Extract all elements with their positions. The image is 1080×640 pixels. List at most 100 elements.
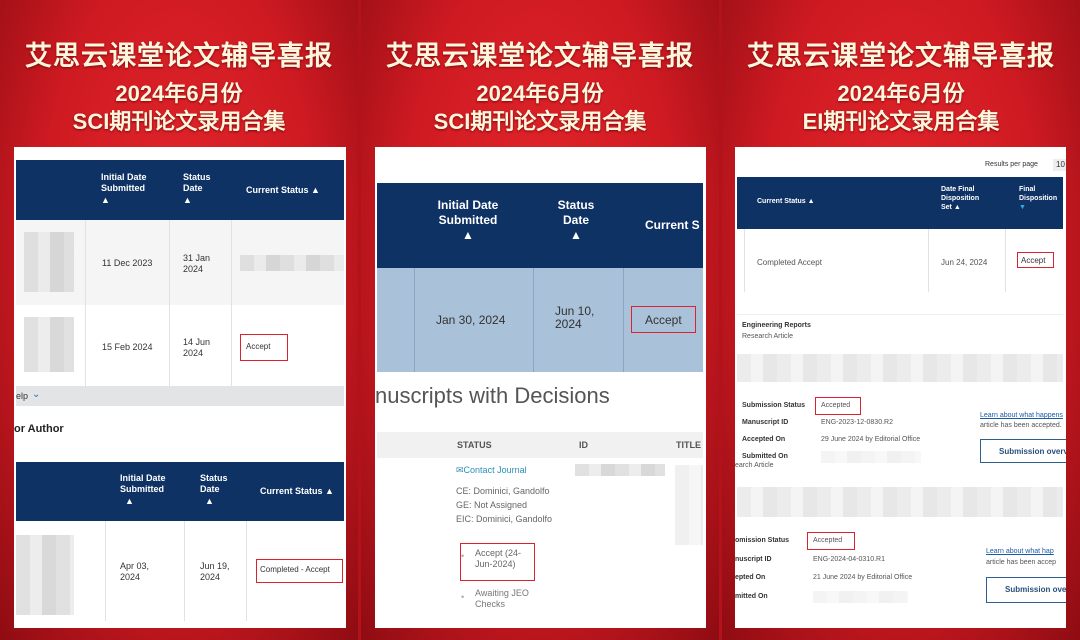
panel-right: 艾思云课堂论文辅导喜报 2024年6月份 EI期刊论文录用合集 Results … xyxy=(722,0,1080,640)
learn-more-text: article has been accepted. xyxy=(980,422,1062,429)
divider xyxy=(533,268,534,372)
blurred-title xyxy=(737,487,1063,517)
label-submission-status: Submission Status xyxy=(742,402,806,409)
divider xyxy=(169,220,170,386)
col-initial-date[interactable]: Initial Date Submitted ▲ xyxy=(101,172,161,206)
submission-overview-button[interactable]: Submission overview xyxy=(980,439,1066,463)
contact-journal-link[interactable]: ✉Contact Journal xyxy=(456,465,527,476)
section-heading: or Author xyxy=(14,423,64,435)
article-type: earch Article xyxy=(735,462,774,469)
divider xyxy=(85,220,86,386)
panel-left: 艾思云课堂论文辅导喜报 2024年6月份 SCI期刊论文录用合集 Initial… xyxy=(0,0,358,640)
divider xyxy=(1005,229,1006,292)
screenshot-card: Results per page 10 Current Status ▲ Dat… xyxy=(735,147,1066,628)
editor-ce: CE: Dominici, Gandolfo xyxy=(456,486,550,496)
panel-subtitle: SCI期刊论文录用合集 xyxy=(72,109,286,134)
screenshot-card: Initial Date Submitted ▲ Status Date ▲ Cur… xyxy=(375,147,706,628)
blurred-title xyxy=(16,535,74,615)
accepted-on: 29 June 2024 by Editorial Office xyxy=(821,436,921,443)
status-accept: Accept xyxy=(246,342,271,351)
divider xyxy=(184,521,185,621)
col-initial-date[interactable]: Initial Date Submitted ▲ xyxy=(120,473,180,507)
article-type: Research Article xyxy=(742,333,793,340)
decision-next-step: Awaiting JEO Checks xyxy=(475,588,529,610)
submission-overview-button[interactable]: Submission ove xyxy=(986,577,1066,603)
divider xyxy=(105,521,106,621)
col-id[interactable]: ID xyxy=(579,440,588,451)
bullet: • xyxy=(461,551,465,561)
panel-subtitle: EI期刊论文录用合集 xyxy=(802,109,1000,134)
col-status-date[interactable]: Status Date ▲ xyxy=(200,473,240,507)
blurred-title xyxy=(675,465,703,545)
editor-eic: EIC: Dominici, Gandolfo xyxy=(456,514,553,524)
divider xyxy=(737,314,1063,315)
panel-subtitle: SCI期刊论文录用合集 xyxy=(433,109,647,134)
decision-accept: Accept (24-Jun-2024) xyxy=(475,548,522,570)
blurred-title xyxy=(24,317,74,372)
table-header: Current Status ▲ Date Final Disposition … xyxy=(737,177,1063,229)
blurred-date xyxy=(821,451,921,463)
chevron-down-icon[interactable]: ⌄ xyxy=(32,389,40,402)
blurred-title xyxy=(737,354,1063,382)
cell-submitted: 11 Dec 2023 xyxy=(102,258,153,268)
submission-status-accepted: Accepted xyxy=(821,402,851,409)
results-per-page-select[interactable]: 10 xyxy=(1053,159,1066,171)
results-per-page-label: Results per page xyxy=(985,161,1038,168)
col-status[interactable]: STATUS xyxy=(457,440,492,451)
section-heading: nuscripts with Decisions xyxy=(375,383,610,408)
table-header: Initial Date Submitted ▲ Status Date ▲ Cur… xyxy=(16,160,344,220)
col-status-date[interactable]: Status Date ▲ xyxy=(183,172,223,206)
status-completed-accept: Completed - Accept xyxy=(260,565,330,574)
divider xyxy=(246,521,247,621)
col-current-status[interactable]: Current Status ▲ xyxy=(260,486,334,497)
panel-title: 艾思云课堂论文辅导喜报 xyxy=(25,41,333,71)
divider xyxy=(231,220,232,386)
blurred-title xyxy=(24,232,74,292)
learn-more-text: article has been accep xyxy=(986,559,1057,566)
cell-submitted: 15 Feb 2024 xyxy=(102,342,153,352)
panel-title: 艾思云课堂论文辅导喜报 xyxy=(747,41,1055,71)
blurred-status xyxy=(240,255,344,271)
submission-status-accepted: Accepted xyxy=(813,537,843,544)
table-header: Initial Date Submitted ▲ Status Date ▲ Cur… xyxy=(377,183,703,268)
blurred-id xyxy=(575,464,665,476)
divider xyxy=(623,268,624,372)
label-accepted-on: Accepted On xyxy=(742,436,786,443)
col-current-status[interactable]: Current S xyxy=(645,218,700,233)
label-submitted-on: mitted On xyxy=(735,593,768,600)
cell-submitted: Jan 30, 2024 xyxy=(436,313,506,327)
learn-more-link[interactable]: Learn about what hap xyxy=(986,548,1054,557)
status-accept: Accept xyxy=(1021,256,1046,265)
col-current-status[interactable]: Current Status ▲ xyxy=(246,185,320,196)
label-submitted-on: Submitted On xyxy=(742,453,788,460)
panel-title: 艾思云课堂论文辅导喜报 xyxy=(386,41,694,71)
divider xyxy=(928,229,929,292)
divider xyxy=(414,268,415,372)
panel-middle: 艾思云课堂论文辅导喜报 2024年6月份 SCI期刊论文录用合集 Initial… xyxy=(361,0,719,640)
col-initial-date[interactable]: Initial Date Submitted ▲ xyxy=(436,198,500,243)
cell-status-date: Jun 19, 2024 xyxy=(200,561,230,583)
envelope-icon: ✉ xyxy=(456,465,464,475)
col-final-disposition[interactable]: Final Disposition ▼ xyxy=(1019,186,1064,212)
col-title[interactable]: TITLE xyxy=(676,440,701,451)
table-row-highlighted: Jan 30, 2024 Jun 10, 2024 Accept xyxy=(377,268,703,372)
col-date-final-disposition[interactable]: Date Final Disposition Set ▲ xyxy=(941,186,991,212)
manuscript-id: ENG-2023-12-0830.R2 xyxy=(821,419,893,426)
learn-more-link[interactable]: Learn about what happens xyxy=(980,412,1063,421)
status-accept: Accept xyxy=(645,313,682,327)
help-label: elp xyxy=(16,391,29,401)
cell-status-date: 31 Jan 2024 xyxy=(183,253,211,275)
decision-table-header: STATUS ID TITLE xyxy=(377,432,703,458)
label-accepted-on: epted On xyxy=(735,574,766,581)
col-current-status[interactable]: Current Status ▲ xyxy=(757,198,815,207)
cell-current-status: Completed Accept xyxy=(757,258,822,267)
divider xyxy=(744,229,745,292)
col-status-date[interactable]: Status Date ▲ xyxy=(556,198,596,243)
accepted-on: 21 June 2024 by Editorial Office xyxy=(813,574,913,581)
manuscript-id: ENG-2024-04-0310.R1 xyxy=(813,556,885,563)
cell-status-date: 14 Jun 2024 xyxy=(183,337,211,359)
help-bar[interactable]: elp ⌄ xyxy=(16,386,344,406)
cell-status-date: Jun 10, 2024 xyxy=(555,304,595,332)
blurred-date xyxy=(813,591,908,603)
label-submission-status: omission Status xyxy=(735,537,790,544)
